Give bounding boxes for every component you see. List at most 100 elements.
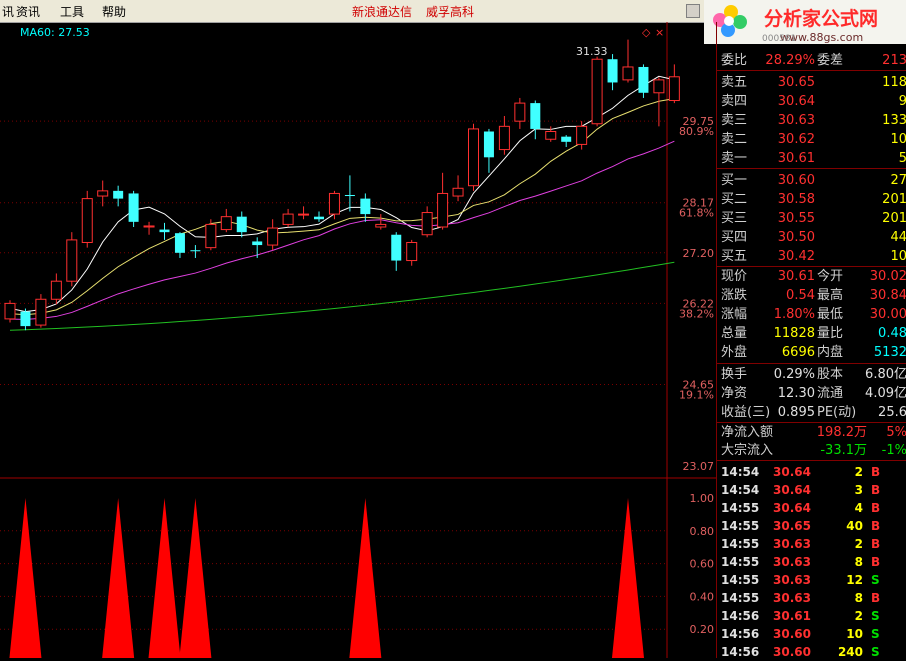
quote-value: 6696 (781, 345, 815, 360)
order-price: 30.60 (777, 173, 815, 188)
candle-body (205, 223, 217, 249)
tick-direction: B (871, 483, 881, 497)
tick-row: 14:55 30.64 4 B (717, 500, 906, 517)
candle-body (530, 103, 541, 129)
divider (717, 266, 906, 267)
tick-price: 30.64 (773, 483, 811, 497)
tick-price: 30.64 (773, 465, 811, 479)
candle-body (452, 187, 464, 197)
order-label: 买五 (721, 249, 748, 264)
flow-value: 198.2万 (816, 425, 867, 440)
kline-chart[interactable]: 29.7580.9%28.1761.8%27.2026.2238.2%24.65… (0, 22, 716, 658)
order-label: 卖四 (721, 94, 748, 109)
signal-peak (102, 498, 135, 658)
ma-line (9, 75, 675, 313)
tick-price: 30.64 (773, 501, 811, 515)
signal-peak (9, 498, 42, 658)
candle-body (391, 234, 402, 261)
quote-row: 收益(三) 0.895 PE(动) 25.6 (717, 404, 906, 422)
divider (717, 70, 906, 71)
tick-direction: B (871, 591, 881, 605)
quote-label: 总量 (721, 326, 748, 341)
flow-pct: -1% (881, 443, 906, 458)
candle-body (190, 250, 201, 252)
quote-label: 最高 (817, 288, 844, 303)
quote-value: 25.6 (878, 405, 906, 420)
candle-body (236, 216, 247, 233)
tick-row: 14:55 30.63 8 B (717, 554, 906, 571)
tick-direction: S (871, 627, 880, 641)
menu-item-info[interactable]: 资讯 (16, 3, 40, 20)
weicha-value: 213 (882, 53, 906, 68)
tick-direction: B (871, 519, 881, 533)
price-axis-label: 38.2% (679, 307, 714, 320)
divider (717, 363, 906, 364)
sina-tdx-link[interactable]: 新浪通达信 (352, 3, 412, 20)
tick-row: 14:55 30.65 40 B (717, 518, 906, 535)
price-axis-label: 19.1% (679, 388, 714, 401)
tick-row: 14:55 30.63 12 S (717, 572, 906, 589)
ma-line (9, 98, 675, 316)
quote-row: 总量 11828 量比 0.48 (717, 325, 906, 343)
candle-body (4, 302, 16, 320)
sell-row: 卖五 30.65 118 (717, 74, 906, 92)
candle-body (35, 298, 47, 326)
menu-item-help[interactable]: 帮助 (102, 3, 126, 20)
candle-body (561, 136, 572, 142)
candle-body (514, 102, 526, 122)
candle-body (159, 229, 170, 233)
tick-price: 30.65 (773, 519, 811, 533)
tick-volume: 3 (854, 483, 863, 497)
flow-label: 大宗流入 (721, 443, 774, 458)
weibi-value: 28.29% (765, 53, 815, 68)
flow-row: 净流入额 198.2万 5% (717, 424, 906, 442)
quote-row: 涨幅 1.80% 最低 30.00 (717, 306, 906, 324)
price-axis-label: 23.07 (683, 460, 715, 473)
menu-item-tools[interactable]: 工具 (60, 3, 84, 20)
price-axis-label: 61.8% (679, 207, 714, 220)
order-label: 卖五 (721, 75, 748, 90)
tick-volume: 2 (854, 609, 863, 623)
tick-price: 30.63 (773, 537, 811, 551)
order-price: 30.61 (777, 151, 815, 166)
order-volume: 201 (882, 192, 906, 207)
quote-value: 4.09亿 (865, 386, 906, 401)
tick-volume: 40 (846, 519, 863, 533)
signal-axis-label: 0.60 (690, 558, 715, 571)
tick-time: 14:54 (721, 465, 760, 479)
tick-direction: B (871, 465, 881, 479)
flow-row: 大宗流入 -33.1万 -1% (717, 442, 906, 460)
tick-direction: S (871, 645, 880, 659)
tick-volume: 2 (854, 465, 863, 479)
tick-time: 14:55 (721, 537, 760, 551)
candle-body (653, 79, 665, 94)
order-volume: 5 (898, 151, 906, 166)
tick-volume: 12 (846, 573, 863, 587)
menu-item-cut[interactable]: 讯 (2, 3, 14, 20)
quote-label: 现价 (721, 269, 748, 284)
quote-label: 最低 (817, 307, 844, 322)
signal-peak (612, 498, 644, 658)
close-icon[interactable]: × (655, 26, 664, 39)
order-volume: 10 (890, 249, 906, 264)
tick-price: 30.63 (773, 573, 811, 587)
quote-label: 流通 (817, 386, 844, 401)
tick-direction: S (871, 573, 880, 587)
price-axis: 29.7580.9%28.1761.8%27.2026.2238.2%24.65… (679, 115, 714, 636)
tick-price: 30.60 (773, 645, 811, 659)
candle-body (576, 125, 588, 145)
quote-label: 外盘 (721, 345, 748, 360)
candle-body (81, 198, 93, 243)
stock-name-link[interactable]: 威孚高科 (426, 3, 474, 20)
tick-price: 30.60 (773, 627, 811, 641)
signal-peak (148, 498, 181, 658)
order-volume: 9 (898, 94, 906, 109)
divider (717, 168, 906, 169)
diamond-icon[interactable]: ◇ (642, 26, 651, 39)
order-price: 30.62 (777, 132, 815, 147)
tick-row: 14:55 30.63 2 B (717, 536, 906, 553)
quote-row: 外盘 6696 内盘 5132 (717, 344, 906, 362)
window-control-icon[interactable] (686, 4, 700, 18)
quote-row: 现价 30.61 今开 30.02 (717, 268, 906, 286)
candle-body (545, 130, 557, 140)
